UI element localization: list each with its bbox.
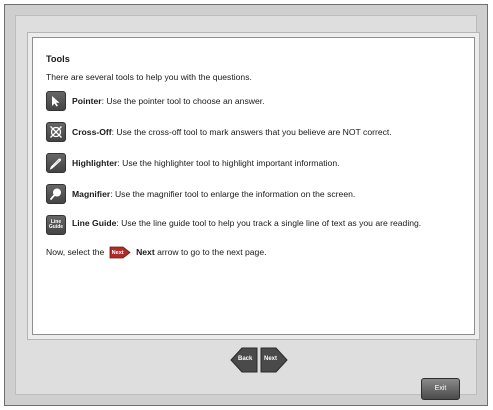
tool-text-cross-off: Cross-Off: Use the cross-off tool to mar… [72,127,392,137]
tool-text-pointer: Pointer: Use the pointer tool to choose … [72,96,265,106]
tool-desc-cross-off: : Use the cross-off tool to mark answers… [111,127,392,137]
tool-row-pointer: Pointer: Use the pointer tool to choose … [46,91,464,111]
tool-name-pointer: Pointer [72,96,102,106]
pointer-icon [46,91,66,111]
magnifier-icon [46,184,66,204]
tool-desc-magnifier: : Use the magnifier tool to enlarge the … [110,189,356,199]
tool-row-highlighter: Highlighter: Use the highlighter tool to… [46,153,464,173]
instruction-text: Now, select the Next Next arrow to go to… [46,246,464,259]
exit-button[interactable]: Exit [421,378,460,400]
line-guide-icon-label-bottom: Guide [48,224,64,230]
tool-desc-line-guide: : Use the line guide tool to help you tr… [116,218,422,228]
tool-row-cross-off: Cross-Off: Use the cross-off tool to mar… [46,122,464,142]
line-guide-icon: Line Guide [46,215,66,235]
next-arrow-icon-label: Next [111,249,124,256]
next-button[interactable]: Next [260,347,288,373]
tool-text-magnifier: Magnifier: Use the magnifier tool to enl… [72,189,355,199]
instruction-bold: Next [136,246,155,257]
tool-text-line-guide: Line Guide: Use the line guide tool to h… [72,216,421,230]
back-button-label: Back [238,356,253,362]
instruction-suffix: arrow to go to the next page. [157,246,267,257]
content-panel: Tools There are several tools to help yo… [32,37,475,335]
next-arrow-icon: Next [109,246,131,259]
tool-text-highlighter: Highlighter: Use the highlighter tool to… [72,158,340,168]
cross-off-icon [46,122,66,142]
tool-desc-highlighter: : Use the highlighter tool to highlight … [117,158,340,168]
tool-name-magnifier: Magnifier [72,189,111,199]
back-button[interactable]: Back [230,347,258,373]
tool-row-magnifier: Magnifier: Use the magnifier tool to enl… [46,184,464,204]
page-title: Tools [46,54,70,64]
intro-text: There are several tools to help you with… [46,72,252,82]
tool-name-highlighter: Highlighter [72,158,118,168]
tool-name-cross-off: Cross-Off [72,127,112,137]
next-button-label: Next [264,356,278,362]
highlighter-icon [46,153,66,173]
instruction-prefix: Now, select the [46,246,105,257]
tool-desc-pointer: : Use the pointer tool to choose an answ… [101,96,265,106]
tool-row-line-guide: Line Guide Line Guide: Use the line guide… [46,215,464,235]
navigation-buttons: Back Next [230,347,290,373]
tool-name-line-guide: Line Guide [72,218,117,228]
